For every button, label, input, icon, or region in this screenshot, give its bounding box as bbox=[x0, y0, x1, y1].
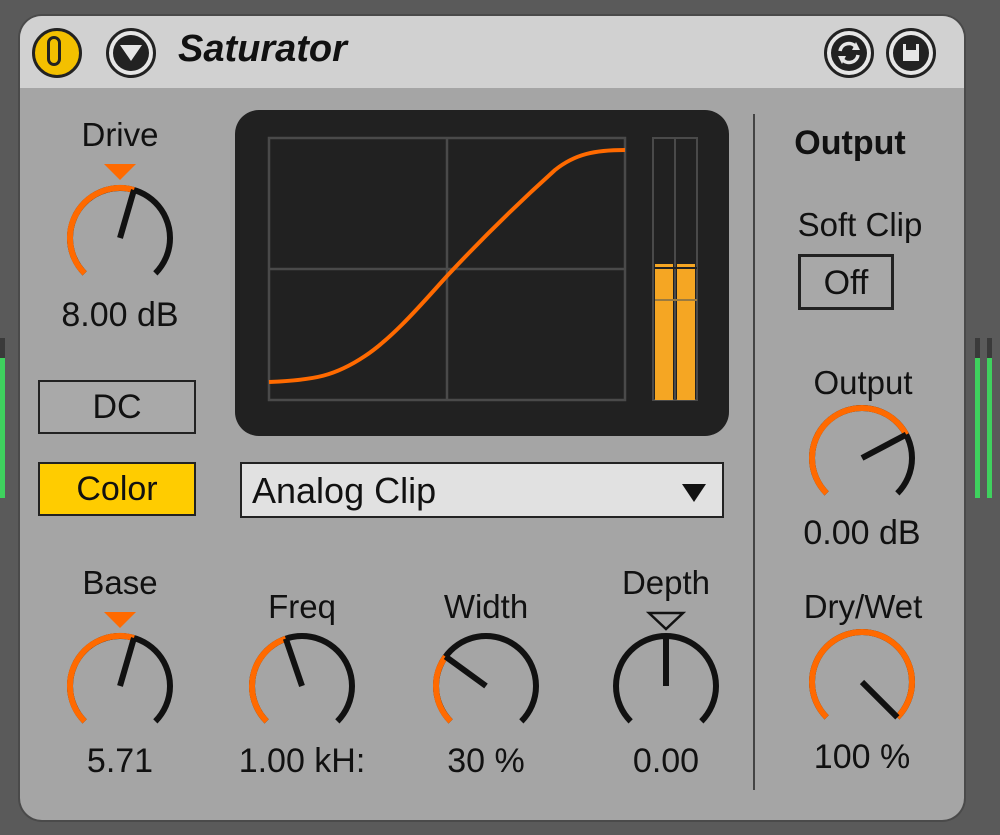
base-knob[interactable] bbox=[60, 626, 180, 746]
soft-clip-label: Soft Clip bbox=[797, 206, 923, 243]
section-divider bbox=[753, 114, 755, 790]
device-title-bar: Saturator bbox=[20, 16, 964, 88]
freq-value[interactable]: 1.00 kH: bbox=[220, 742, 384, 781]
depth-label: Depth bbox=[621, 564, 711, 601]
output-value[interactable]: 0.00 dB bbox=[772, 514, 952, 553]
waveshaper-display bbox=[235, 110, 729, 436]
drywet-label: Dry/Wet bbox=[803, 588, 923, 625]
width-label: Width bbox=[443, 588, 529, 625]
power-icon[interactable] bbox=[32, 28, 82, 78]
curve-type-dropdown[interactable]: Analog Clip bbox=[240, 462, 724, 518]
output-knob[interactable] bbox=[802, 398, 922, 518]
knob-pointer bbox=[117, 637, 137, 687]
output-heading: Output bbox=[794, 124, 906, 162]
knob-value-arc bbox=[248, 635, 287, 724]
left-level-meter bbox=[655, 264, 673, 400]
drywet-value[interactable]: 100 % bbox=[772, 738, 952, 777]
freq-label: Freq bbox=[268, 588, 336, 625]
knob-value-arc bbox=[809, 405, 909, 496]
width-value[interactable]: 30 % bbox=[396, 742, 576, 781]
knob-pointer bbox=[860, 431, 908, 461]
transfer-curve-graph bbox=[267, 136, 698, 402]
freq-knob[interactable] bbox=[242, 626, 362, 746]
knob-value-arc bbox=[433, 654, 453, 724]
drive-label: Drive bbox=[81, 116, 159, 153]
soft-clip-button[interactable]: Off bbox=[798, 254, 894, 310]
left-side-meter bbox=[0, 338, 5, 498]
depth-knob[interactable] bbox=[606, 626, 726, 746]
output-label: Output bbox=[813, 364, 913, 401]
drywet-knob[interactable] bbox=[802, 622, 922, 742]
right-side-meter-2 bbox=[987, 338, 992, 498]
right-level-meter bbox=[677, 264, 695, 400]
curve-type-value: Analog Clip bbox=[252, 470, 437, 511]
saturator-device: Saturator Drive 8.00 dB DC Color Analog … bbox=[20, 16, 964, 820]
color-button[interactable]: Color bbox=[38, 462, 196, 516]
knob-pointer bbox=[117, 189, 137, 239]
width-knob[interactable] bbox=[426, 626, 546, 746]
knob-pointer bbox=[443, 654, 488, 689]
drive-knob[interactable] bbox=[60, 178, 180, 298]
base-value[interactable]: 5.71 bbox=[30, 742, 210, 781]
level-meters bbox=[652, 137, 698, 401]
knob-track bbox=[433, 633, 539, 724]
right-side-meter-1 bbox=[975, 338, 980, 498]
drive-value[interactable]: 8.00 dB bbox=[30, 296, 210, 335]
dc-button[interactable]: DC bbox=[38, 380, 196, 434]
knob-value-arc bbox=[809, 629, 915, 720]
dropdown-arrow-icon bbox=[682, 484, 706, 502]
device-title: Saturator bbox=[178, 28, 347, 70]
base-label: Base bbox=[82, 564, 158, 601]
hot-swap-icon[interactable] bbox=[824, 28, 874, 78]
menu-arrow-icon[interactable] bbox=[106, 28, 156, 78]
save-preset-icon[interactable] bbox=[886, 28, 936, 78]
knob-pointer bbox=[859, 679, 900, 720]
knob-pointer bbox=[282, 637, 305, 687]
depth-value[interactable]: 0.00 bbox=[576, 742, 756, 781]
